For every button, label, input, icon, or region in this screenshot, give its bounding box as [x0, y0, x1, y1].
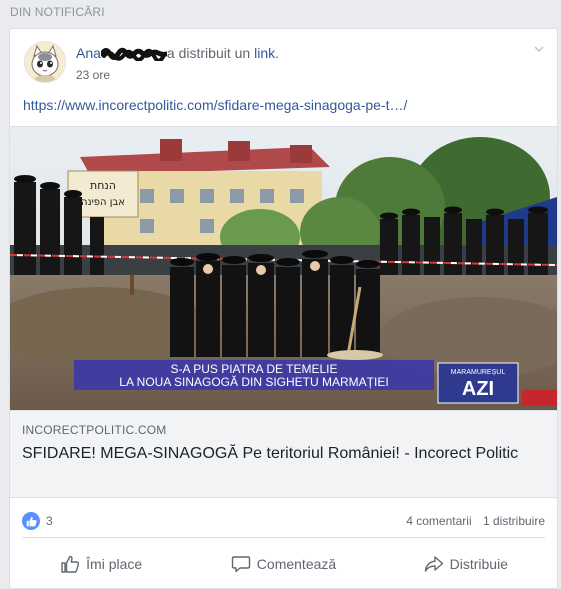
ceremony-photo: הנחת אבן הפינה S-A PUS PIATRA DE TEMELIE… — [10, 127, 557, 411]
share-arrow-icon — [424, 556, 443, 572]
caption-line2: LA NOUA SINAGOGĂ DIN SIGHETU MARMAȚIEI — [119, 374, 388, 389]
post-actions-bar: Îmi place Comentează Distribuie — [10, 541, 557, 587]
redaction-scribble — [100, 47, 167, 61]
shared-link-word[interactable]: link — [254, 45, 275, 61]
channel-logo-line1: MARAMUREȘUL — [451, 369, 506, 376]
reactions-summary[interactable]: 3 — [22, 512, 53, 530]
post-timestamp[interactable]: 23 ore — [76, 68, 110, 82]
action-text-suffix: . — [275, 45, 279, 61]
chevron-down-icon[interactable] — [533, 43, 545, 55]
link-domain: INCORECTPOLITIC.COM — [22, 423, 167, 437]
post-card: Ana a distribuit un link. 23 ore https:/… — [9, 28, 558, 589]
banner-sign-line2: אבן הפינה — [81, 197, 125, 208]
link-preview-image[interactable]: הנחת אבן הפינה S-A PUS PIATRA DE TEMELIE… — [10, 126, 557, 411]
post-author-line: Ana a distribuit un link. — [76, 45, 279, 61]
link-preview-info[interactable]: INCORECTPOLITIC.COM SFIDARE! MEGA-SINAGO… — [10, 410, 557, 498]
comments-count-link[interactable]: 4 comentarii — [406, 514, 471, 528]
like-button-label: Îmi place — [86, 556, 143, 572]
comment-bubble-icon — [231, 556, 250, 573]
action-text-prefix: a distribuit un — [166, 45, 251, 61]
comment-button-label: Comentează — [256, 556, 337, 572]
caption-line1: S-A PUS PIATRA DE TEMELIE — [171, 362, 338, 376]
shares-count-link[interactable]: 1 distribuire — [483, 514, 545, 528]
cat-avatar-icon — [25, 42, 65, 82]
avatar[interactable] — [24, 41, 66, 83]
post-url-link[interactable]: https://www.incorectpolitic.com/sfidare-… — [23, 97, 407, 113]
author-name[interactable]: Ana — [76, 45, 101, 61]
thumbs-up-icon — [61, 555, 80, 573]
link-title[interactable]: SFIDARE! MEGA-SINAGOGĂ Pe teritoriul Rom… — [22, 443, 542, 465]
channel-logo-line2: AZI — [462, 378, 494, 400]
comment-button[interactable]: Comentează — [192, 541, 374, 587]
share-button[interactable]: Distribuie — [375, 541, 557, 587]
reaction-count: 3 — [46, 514, 53, 528]
divider — [22, 537, 545, 538]
engagement-stats: 4 comentarii 1 distribuire — [406, 514, 545, 528]
share-button-label: Distribuie — [449, 556, 508, 572]
like-button[interactable]: Îmi place — [10, 541, 192, 587]
section-header: DIN NOTIFICĂRI — [10, 5, 105, 19]
like-reaction-icon — [22, 512, 40, 530]
banner-sign-line1: הנחת — [90, 179, 116, 192]
